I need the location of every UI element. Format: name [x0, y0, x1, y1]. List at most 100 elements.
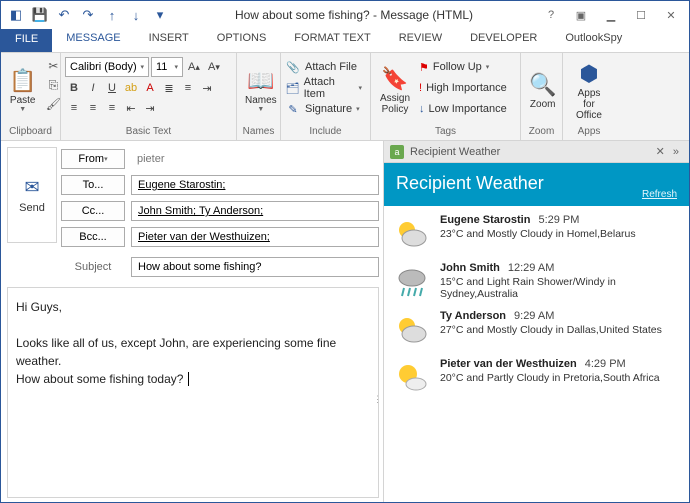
- panel-menu-icon[interactable]: »: [669, 146, 683, 158]
- rain-icon: [394, 264, 430, 300]
- numbering-icon[interactable]: ≡: [179, 79, 197, 97]
- cc-field[interactable]: John Smith; Ty Anderson;: [131, 201, 379, 221]
- minimize-icon[interactable]: ▁: [597, 4, 625, 26]
- align-right-icon[interactable]: ≡: [103, 99, 121, 117]
- font-color-icon[interactable]: A: [141, 79, 159, 97]
- send-icon: ✉: [24, 177, 39, 198]
- weather-item: Eugene Starostin5:29 PM23°C and Mostly C…: [394, 214, 679, 252]
- from-value: pieter: [131, 149, 379, 169]
- italic-icon[interactable]: I: [84, 79, 102, 97]
- weather-item: Ty Anderson9:29 AM27°C and Mostly Cloudy…: [394, 310, 679, 348]
- align-center-icon[interactable]: ≡: [84, 99, 102, 117]
- subject-field[interactable]: How about some fishing?: [131, 257, 379, 277]
- chevron-down-icon: ▼: [19, 106, 26, 113]
- title-bar: ◧ 💾 ↶ ↷ ↑ ↓ ▾ How about some fishing? - …: [1, 1, 689, 29]
- bcc-field[interactable]: Pieter van der Westhuizen;: [131, 227, 379, 247]
- zoom-group-label: Zoom: [525, 125, 558, 138]
- mostly-cloudy-icon: [394, 312, 430, 348]
- tab-file[interactable]: FILE: [1, 29, 52, 52]
- redo-icon[interactable]: ↷: [77, 4, 99, 26]
- refresh-link[interactable]: Refresh: [642, 189, 677, 200]
- window-title: How about some fishing? - Message (HTML): [171, 8, 537, 22]
- recipient-weather-panel: a Recipient Weather ✕ » Recipient Weathe…: [383, 141, 689, 502]
- body-line: Looks like all of us, except John, are e…: [16, 334, 370, 370]
- signature-button[interactable]: ✎Signature▾: [285, 99, 366, 119]
- close-icon[interactable]: ✕: [657, 4, 685, 26]
- body-line: Hi Guys,: [16, 298, 370, 316]
- shrink-font-icon[interactable]: A▾: [205, 58, 223, 76]
- low-importance-icon: ↓: [419, 103, 425, 115]
- prev-icon[interactable]: ↑: [101, 4, 123, 26]
- tab-review[interactable]: REVIEW: [385, 29, 456, 52]
- tags-group-label: Tags: [375, 125, 516, 138]
- partly-cloudy-icon: [394, 360, 430, 396]
- resize-grip-icon[interactable]: ⋮: [373, 393, 382, 407]
- item-icon: 🗂: [285, 82, 300, 95]
- copy-icon[interactable]: ⎘: [44, 76, 62, 94]
- mostly-cloudy-icon: [394, 216, 430, 252]
- qat-customize-icon[interactable]: ▾: [149, 4, 171, 26]
- ribbon: 📋 Paste ▼ ✂ ⎘ 🖌 Clipboard Calibri (Body)…: [1, 53, 689, 141]
- apps-icon: ⬢: [579, 60, 598, 88]
- weather-list: Eugene Starostin5:29 PM23°C and Mostly C…: [384, 206, 689, 414]
- message-body[interactable]: Hi Guys, Looks like all of us, except Jo…: [7, 287, 379, 498]
- format-painter-icon[interactable]: 🖌: [44, 95, 62, 113]
- panel-title: Recipient Weather: [410, 146, 652, 158]
- align-left-icon[interactable]: ≡: [65, 99, 83, 117]
- bullets-icon[interactable]: ≣: [160, 79, 178, 97]
- underline-icon[interactable]: U: [103, 79, 121, 97]
- help-icon[interactable]: ?: [537, 4, 565, 26]
- indent2-icon[interactable]: ⇥: [141, 99, 159, 117]
- undo-icon[interactable]: ↶: [53, 4, 75, 26]
- paperclip-icon: 📎: [285, 61, 301, 74]
- tab-developer[interactable]: DEVELOPER: [456, 29, 551, 52]
- include-group-label: Include: [285, 125, 366, 138]
- highlight-icon[interactable]: ab: [122, 79, 140, 97]
- quick-access-toolbar: ◧ 💾 ↶ ↷ ↑ ↓ ▾: [5, 4, 171, 26]
- indent-icon[interactable]: ⇥: [198, 79, 216, 97]
- grow-font-icon[interactable]: A▴: [185, 58, 203, 76]
- outdent-icon[interactable]: ⇤: [122, 99, 140, 117]
- bcc-button[interactable]: Bcc...: [61, 227, 125, 247]
- bold-icon[interactable]: B: [65, 79, 83, 97]
- attach-item-button[interactable]: 🗂Attach Item▾: [285, 78, 366, 98]
- tab-format-text[interactable]: FORMAT TEXT: [280, 29, 384, 52]
- apps-for-office-button[interactable]: ⬢ Apps for Office: [567, 55, 611, 125]
- panel-close-icon[interactable]: ✕: [652, 145, 669, 158]
- tab-message[interactable]: MESSAGE: [52, 29, 134, 52]
- clipboard-group-label: Clipboard: [5, 125, 56, 138]
- panel-banner-title: Recipient Weather: [396, 173, 677, 194]
- font-size-select[interactable]: 11▾: [151, 57, 183, 77]
- body-line: How about some fishing today?: [16, 372, 183, 386]
- names-button[interactable]: 📖 Names ▼: [241, 55, 281, 125]
- from-button[interactable]: From ▾: [61, 149, 125, 169]
- font-family-select[interactable]: Calibri (Body)▾: [65, 57, 149, 77]
- ribbon-toggle-icon[interactable]: ▣: [567, 4, 595, 26]
- names-group-label: Names: [241, 125, 276, 138]
- cut-icon[interactable]: ✂: [44, 57, 62, 75]
- ribbon-tabs: FILE MESSAGE INSERT OPTIONS FORMAT TEXT …: [1, 29, 689, 53]
- zoom-icon: 🔍: [529, 71, 556, 99]
- tab-insert[interactable]: INSERT: [135, 29, 203, 52]
- to-field[interactable]: Eugene Starostin;: [131, 175, 379, 195]
- paste-button[interactable]: 📋 Paste ▼: [5, 55, 40, 125]
- tab-outlookspy[interactable]: OutlookSpy: [551, 29, 636, 52]
- attach-file-button[interactable]: 📎Attach File: [285, 57, 366, 77]
- follow-up-button[interactable]: ⚑Follow Up▾: [419, 57, 511, 77]
- tab-options[interactable]: OPTIONS: [203, 29, 281, 52]
- maximize-icon[interactable]: ☐: [627, 4, 655, 26]
- high-importance-button[interactable]: !High Importance: [419, 78, 511, 98]
- assign-policy-button[interactable]: 🔖 Assign Policy: [375, 55, 415, 125]
- save-icon[interactable]: 💾: [29, 4, 51, 26]
- to-button[interactable]: To...: [61, 175, 125, 195]
- apps-group-label: Apps: [567, 125, 611, 138]
- cc-button[interactable]: Cc...: [61, 201, 125, 221]
- policy-icon: 🔖: [381, 65, 408, 93]
- send-button[interactable]: ✉ Send: [7, 147, 57, 243]
- paste-label: Paste: [10, 95, 36, 106]
- weather-item: Pieter van der Westhuizen4:29 PM20°C and…: [394, 358, 679, 396]
- app-icon[interactable]: ◧: [5, 4, 27, 26]
- zoom-button[interactable]: 🔍 Zoom: [525, 55, 560, 125]
- low-importance-button[interactable]: ↓Low Importance: [419, 99, 511, 119]
- next-icon[interactable]: ↓: [125, 4, 147, 26]
